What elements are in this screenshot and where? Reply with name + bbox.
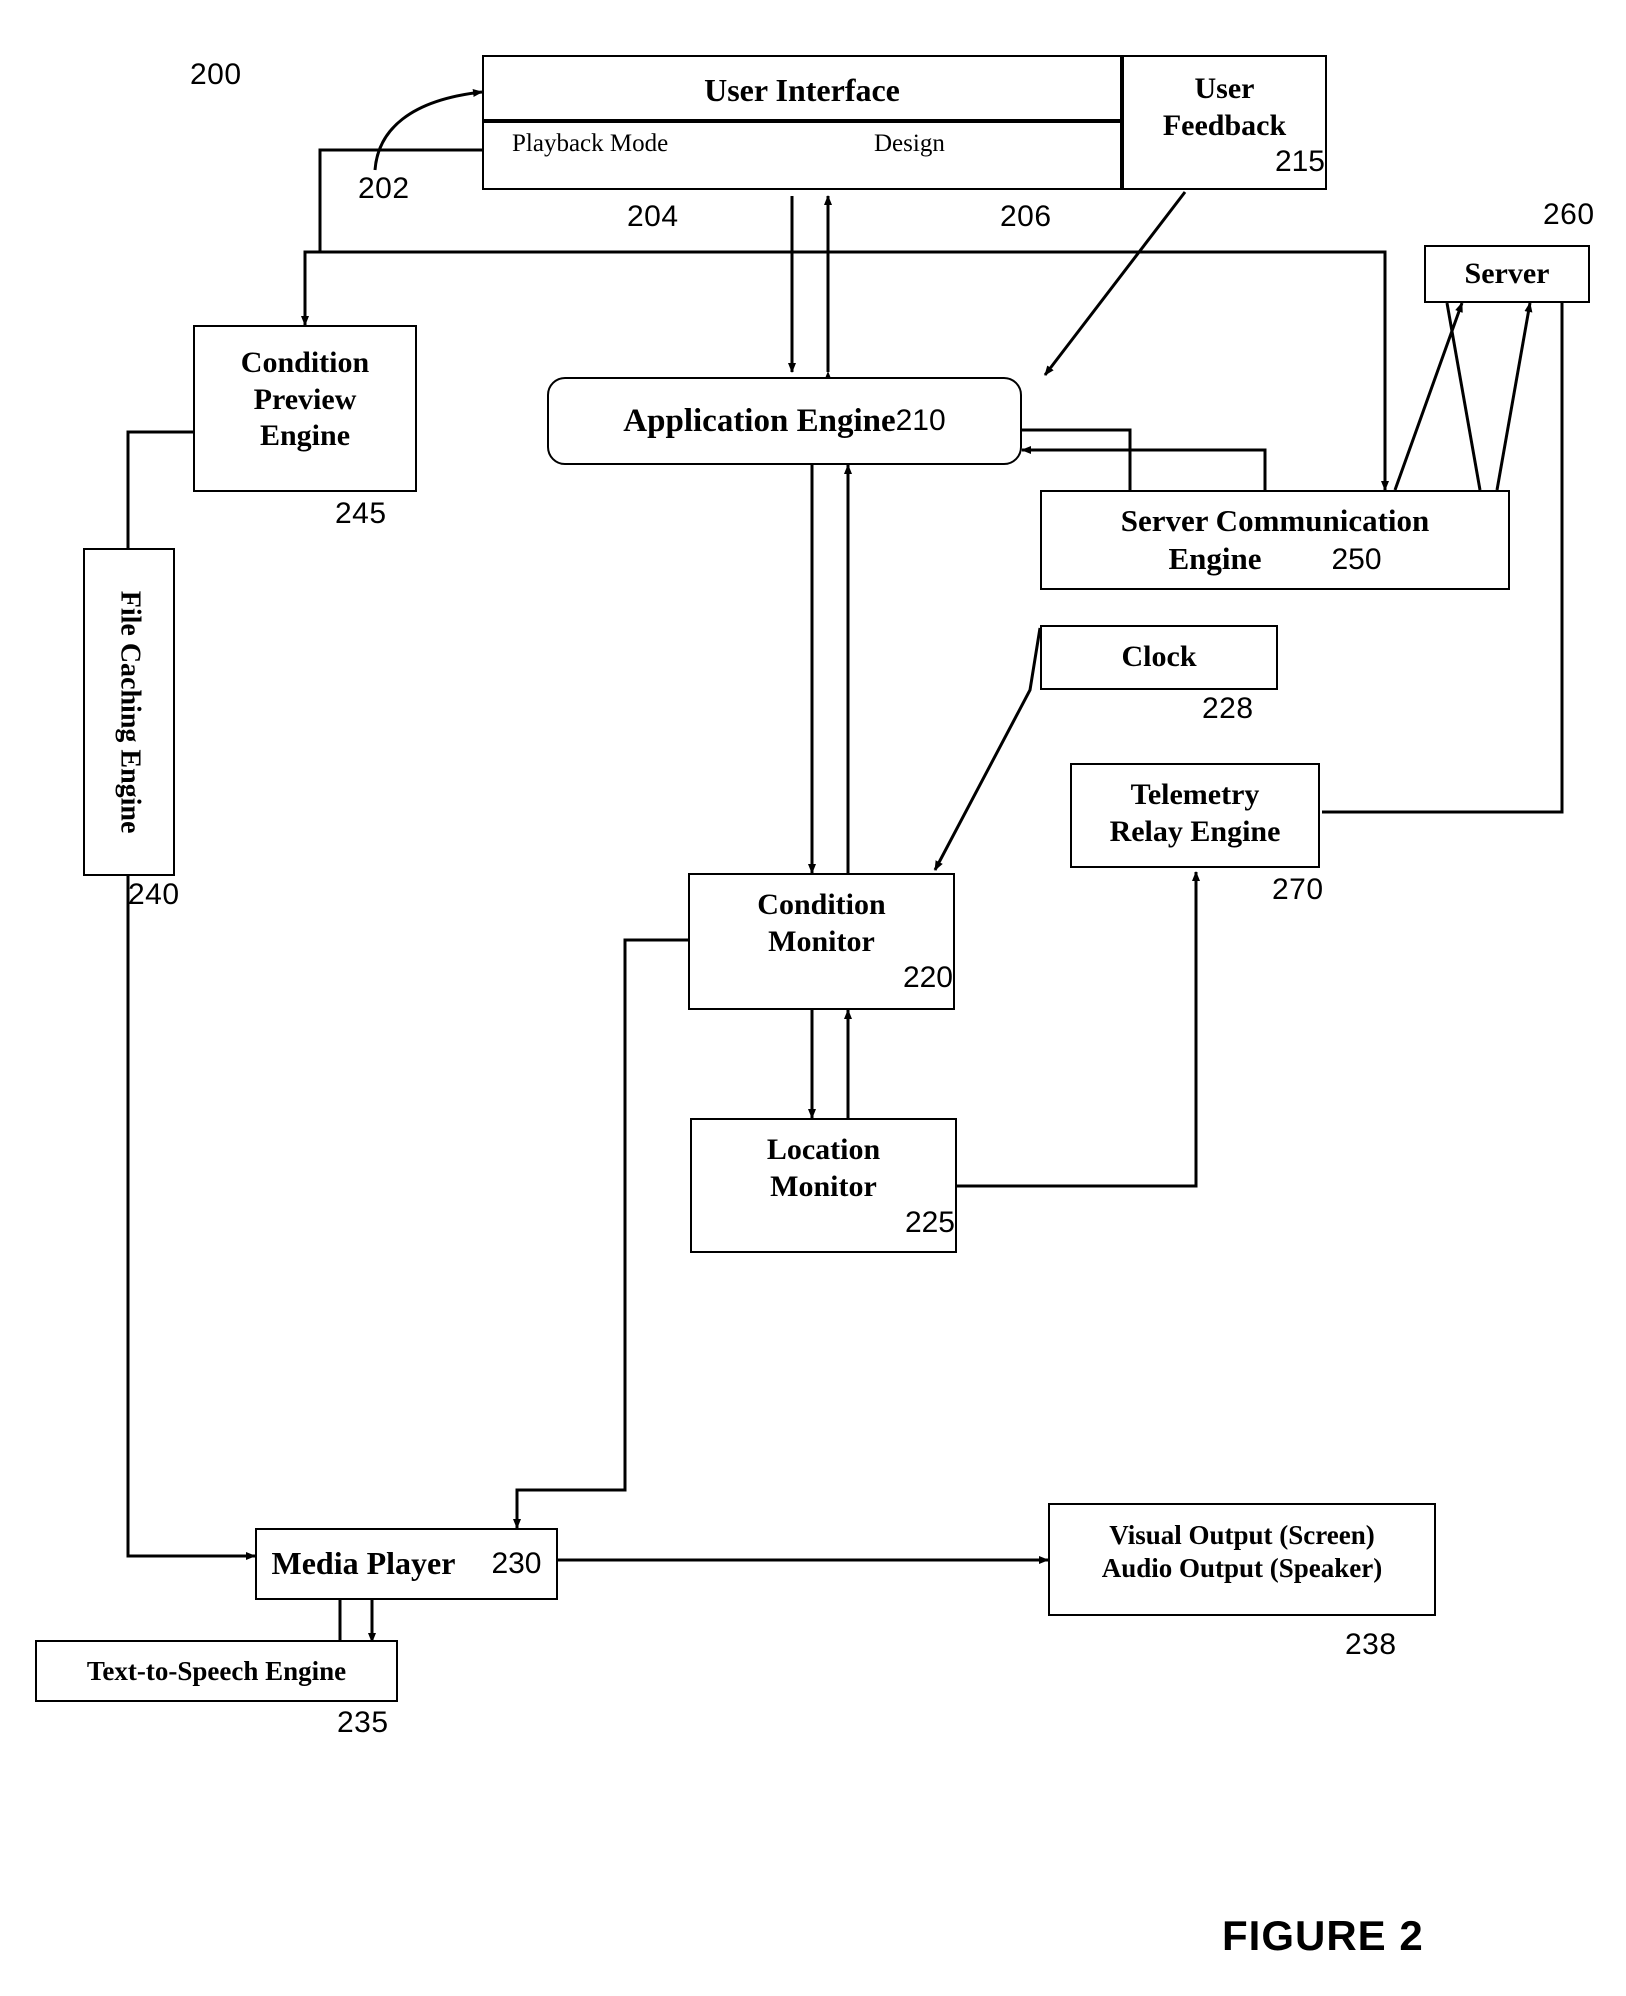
user-interface-block[interactable]: User Interface Playback Mode Design [482, 55, 1122, 190]
ref-228: 228 [1202, 692, 1254, 725]
telemetry-relay-engine-line2: Relay Engine [1109, 814, 1281, 848]
ref-235: 235 [337, 1706, 389, 1739]
condition-preview-engine-line2: Preview [253, 382, 357, 416]
ref-206: 206 [1000, 200, 1052, 233]
clock-label: Clock [1121, 640, 1197, 674]
text-to-speech-engine-block[interactable]: Text-to-Speech Engine [35, 1640, 398, 1702]
server-communication-engine-line1: Server Communication [1120, 503, 1430, 538]
ref-270: 270 [1272, 873, 1324, 906]
user-feedback-ref: 215 [1274, 145, 1325, 179]
condition-monitor-ref: 220 [902, 961, 953, 995]
application-engine-block[interactable]: Application Engine 210 [547, 377, 1022, 465]
condition-monitor-block[interactable]: Condition Monitor 220 [688, 873, 955, 1010]
server-block[interactable]: Server [1424, 245, 1590, 303]
patent-figure-page: 200 202 204 206 260 245 240 228 270 235 … [0, 0, 1626, 1996]
server-label: Server [1464, 256, 1550, 290]
file-caching-engine-block[interactable]: File Caching Engine [83, 548, 175, 876]
ref-245: 245 [335, 497, 387, 530]
server-communication-engine-line2: Engine [1168, 540, 1262, 576]
ref-204: 204 [627, 200, 679, 233]
ref-238: 238 [1345, 1628, 1397, 1661]
tab-design[interactable]: Design [874, 129, 945, 160]
tab-playback-mode[interactable]: Playback Mode [512, 129, 668, 160]
output-block[interactable]: Visual Output (Screen) Audio Output (Spe… [1048, 1503, 1436, 1616]
media-player-block[interactable]: Media Player 230 [255, 1528, 558, 1600]
text-to-speech-engine-label: Text-to-Speech Engine [86, 1655, 347, 1686]
user-interface-title: User Interface [704, 72, 900, 108]
server-communication-engine-block[interactable]: Server Communication Engine 250 [1040, 490, 1510, 590]
user-feedback-block[interactable]: User Feedback 215 [1122, 55, 1327, 190]
telemetry-relay-engine-block[interactable]: Telemetry Relay Engine [1070, 763, 1320, 868]
ref-200: 200 [190, 58, 242, 91]
telemetry-relay-engine-line1: Telemetry [1130, 778, 1260, 811]
user-feedback-line2: Feedback [1162, 108, 1287, 142]
location-monitor-line2: Monitor [770, 1169, 877, 1203]
clock-block[interactable]: Clock [1040, 625, 1278, 690]
user-feedback-line1: User [1194, 72, 1255, 105]
file-caching-engine-label: File Caching Engine [114, 590, 146, 834]
ref-240: 240 [128, 878, 180, 911]
figure-caption: FIGURE 2 [1222, 1912, 1424, 1959]
media-player-ref: 230 [491, 1546, 542, 1580]
output-visual-line: Visual Output (Screen) [1109, 1520, 1375, 1550]
condition-monitor-line1: Condition [757, 888, 886, 921]
condition-monitor-line2: Monitor [768, 924, 875, 958]
media-player-label: Media Player [271, 1545, 456, 1582]
condition-preview-engine-block[interactable]: Condition Preview Engine [193, 325, 417, 492]
user-interface-divider [484, 119, 1120, 123]
location-monitor-line1: Location [766, 1133, 881, 1166]
location-monitor-ref: 225 [904, 1206, 955, 1240]
output-audio-line: Audio Output (Speaker) [1101, 1552, 1383, 1583]
condition-preview-engine-line3: Engine [259, 419, 351, 453]
ref-202: 202 [358, 172, 410, 205]
location-monitor-block[interactable]: Location Monitor 225 [690, 1118, 957, 1253]
condition-preview-engine-line1: Condition [240, 346, 370, 379]
application-engine-ref: 210 [895, 403, 946, 437]
server-communication-engine-ref: 250 [1331, 542, 1382, 576]
ref-260: 260 [1543, 198, 1595, 231]
application-engine-label: Application Engine [623, 402, 896, 439]
